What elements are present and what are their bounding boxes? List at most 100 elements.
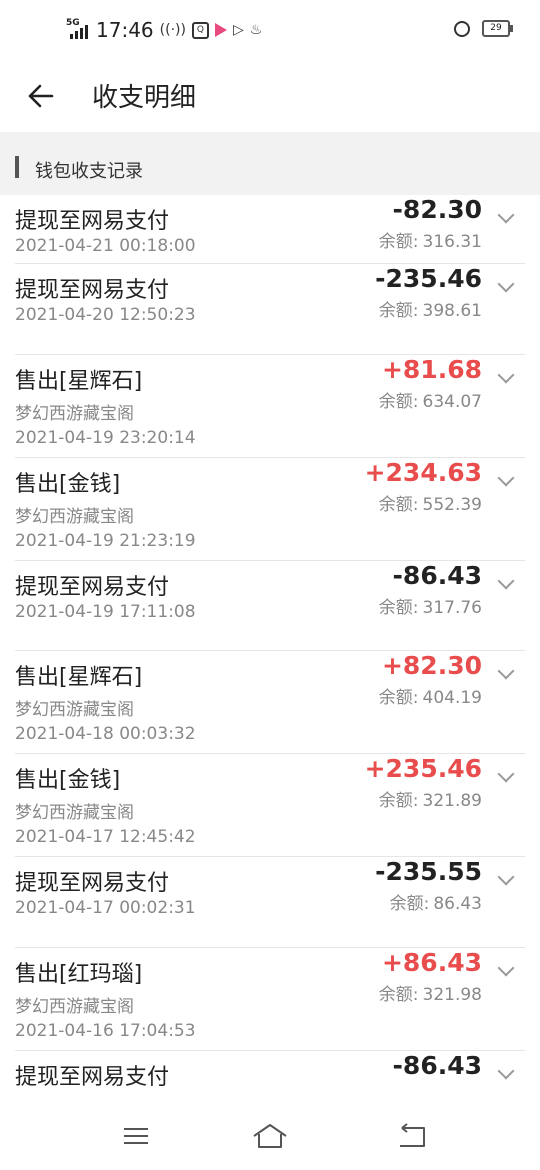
record-balance: 余额: 86.43 <box>390 889 482 914</box>
balance-label: 余额: <box>378 232 419 252</box>
record-datetime: 2021-04-19 23:20:14 <box>15 428 196 448</box>
list-item[interactable]: 售出[星辉石] 梦幻西游藏宝阁 2021-04-18 00:03:32 +82.30 余… <box>15 651 525 754</box>
menu-icon <box>124 1128 148 1144</box>
record-name: 售出[星辉石] <box>15 665 143 690</box>
record-amount: +86.43 <box>381 948 482 977</box>
arrow-left-icon <box>28 84 54 108</box>
record-name: 售出[金钱] <box>15 472 121 497</box>
chevron-down-icon[interactable] <box>497 959 515 977</box>
balance-value: 321.98 <box>422 985 482 1005</box>
signal-icon: 5G <box>66 18 88 39</box>
list-item[interactable]: 提现至网易支付 2021-04-21 00:18:00 -82.30 余额: 316.3… <box>15 195 525 264</box>
back-nav-button[interactable] <box>392 1121 432 1151</box>
record-amount: -82.30 <box>392 195 482 224</box>
status-left: 5G 17:46 ((·)) Q ▷ ♨ <box>66 18 263 42</box>
status-time: 17:46 <box>96 18 154 42</box>
balance-label: 余额: <box>378 392 419 412</box>
record-datetime: 2021-04-17 12:45:42 <box>15 827 196 847</box>
list-item[interactable]: 提现至网易支付 -86.43 <box>15 1051 525 1107</box>
app-header: 收支明细 <box>0 60 540 132</box>
list-item[interactable]: 售出[金钱] 梦幻西游藏宝阁 2021-04-17 12:45:42 +235.46 余… <box>15 754 525 857</box>
chevron-down-icon[interactable] <box>497 868 515 886</box>
records-list[interactable]: 提现至网易支付 2021-04-21 00:18:00 -82.30 余额: 316.3… <box>0 195 540 1107</box>
record-datetime: 2021-04-19 17:11:08 <box>15 602 196 622</box>
record-amount: +235.46 <box>364 754 482 783</box>
network-type: 5G <box>66 18 80 28</box>
chevron-down-icon[interactable] <box>497 366 515 384</box>
record-datetime: 2021-04-17 00:02:31 <box>15 898 196 918</box>
balance-label: 余额: <box>378 301 419 321</box>
record-amount: -86.43 <box>392 1051 482 1080</box>
record-datetime: 2021-04-20 12:50:23 <box>15 305 196 325</box>
balance-label: 余额: <box>378 985 419 1005</box>
record-balance: 余额: 398.61 <box>379 296 482 321</box>
list-item[interactable]: 提现至网易支付 2021-04-17 00:02:31 -235.55 余额: 86.4… <box>15 857 525 948</box>
section-label: 钱包收支记录 <box>35 161 143 182</box>
chevron-down-icon[interactable] <box>497 765 515 783</box>
record-amount: -235.46 <box>375 264 482 293</box>
back-icon <box>400 1123 425 1147</box>
record-name: 提现至网易支付 <box>15 278 170 303</box>
balance-label: 余额: <box>378 598 419 618</box>
back-button[interactable] <box>26 76 66 116</box>
balance-value: 552.39 <box>422 495 482 515</box>
page-title: 收支明细 <box>92 83 197 113</box>
balance-value: 316.31 <box>422 232 482 252</box>
record-balance: 余额: 552.39 <box>379 490 482 515</box>
hotspot-icon: ((·)) <box>159 22 186 38</box>
balance-value: 398.61 <box>422 301 482 321</box>
record-balance: 余额: 634.07 <box>379 387 482 412</box>
record-name: 提现至网易支付 <box>15 575 170 600</box>
balance-value: 404.19 <box>422 688 482 708</box>
chevron-down-icon[interactable] <box>497 469 515 487</box>
record-balance: 余额: 321.98 <box>379 980 482 1005</box>
chevron-down-icon[interactable] <box>497 662 515 680</box>
balance-label: 余额: <box>378 688 419 708</box>
balance-label: 余额: <box>378 791 419 811</box>
list-item[interactable]: 提现至网易支付 2021-04-19 17:11:08 -86.43 余额: 317.7… <box>15 561 525 651</box>
video-app-icon <box>214 23 227 37</box>
chevron-down-icon[interactable] <box>497 572 515 590</box>
record-name: 售出[红玛瑙] <box>15 962 143 987</box>
list-item[interactable]: 售出[红玛瑙] 梦幻西游藏宝阁 2021-04-16 17:04:53 +86.43 余… <box>15 948 525 1051</box>
record-source: 梦幻西游藏宝阁 <box>15 507 134 527</box>
battery-level: 29 <box>490 23 502 33</box>
record-amount: +81.68 <box>381 355 482 384</box>
record-name: 售出[星辉石] <box>15 369 143 394</box>
app-q-icon: Q <box>191 21 209 39</box>
balance-value: 317.76 <box>422 598 482 618</box>
record-amount: -86.43 <box>392 561 482 590</box>
record-name: 售出[金钱] <box>15 768 121 793</box>
chevron-down-icon[interactable] <box>497 206 515 224</box>
record-balance: 余额: 321.89 <box>379 786 482 811</box>
home-button[interactable] <box>250 1121 290 1151</box>
status-right: 29 <box>454 20 513 37</box>
list-item[interactable]: 提现至网易支付 2021-04-20 12:50:23 -235.46 余额: 398.… <box>15 264 525 355</box>
battery-icon: 29 <box>482 20 513 37</box>
flame-app-icon: ♨ <box>249 22 263 38</box>
record-balance: 余额: 317.76 <box>379 593 482 618</box>
section-marker <box>15 156 19 178</box>
balance-value: 321.89 <box>422 791 482 811</box>
record-balance: 余额: 404.19 <box>379 683 482 708</box>
balance-value: 634.07 <box>422 392 482 412</box>
record-amount: +234.63 <box>364 458 482 487</box>
chevron-down-icon[interactable] <box>497 1062 515 1080</box>
status-bar: 5G 17:46 ((·)) Q ▷ ♨ 29 <box>0 0 540 60</box>
chevron-down-icon[interactable] <box>497 275 515 293</box>
home-icon <box>253 1124 287 1148</box>
menu-button[interactable] <box>116 1121 156 1151</box>
record-source: 梦幻西游藏宝阁 <box>15 404 134 424</box>
record-source: 梦幻西游藏宝阁 <box>15 700 134 720</box>
record-name: 提现至网易支付 <box>15 1065 170 1090</box>
record-amount: +82.30 <box>381 651 482 680</box>
alarm-icon <box>454 20 470 37</box>
list-item[interactable]: 售出[星辉石] 梦幻西游藏宝阁 2021-04-19 23:20:14 +81.68 余… <box>15 355 525 458</box>
play-app-icon: ▷ <box>232 22 244 38</box>
list-item[interactable]: 售出[金钱] 梦幻西游藏宝阁 2021-04-19 21:23:19 +234.63 余… <box>15 458 525 561</box>
section-header: 钱包收支记录 <box>0 132 540 195</box>
record-balance: 余额: 316.31 <box>379 227 482 252</box>
system-nav-bar <box>0 1107 540 1170</box>
record-datetime: 2021-04-21 00:18:00 <box>15 236 196 256</box>
balance-label: 余额: <box>378 495 419 515</box>
